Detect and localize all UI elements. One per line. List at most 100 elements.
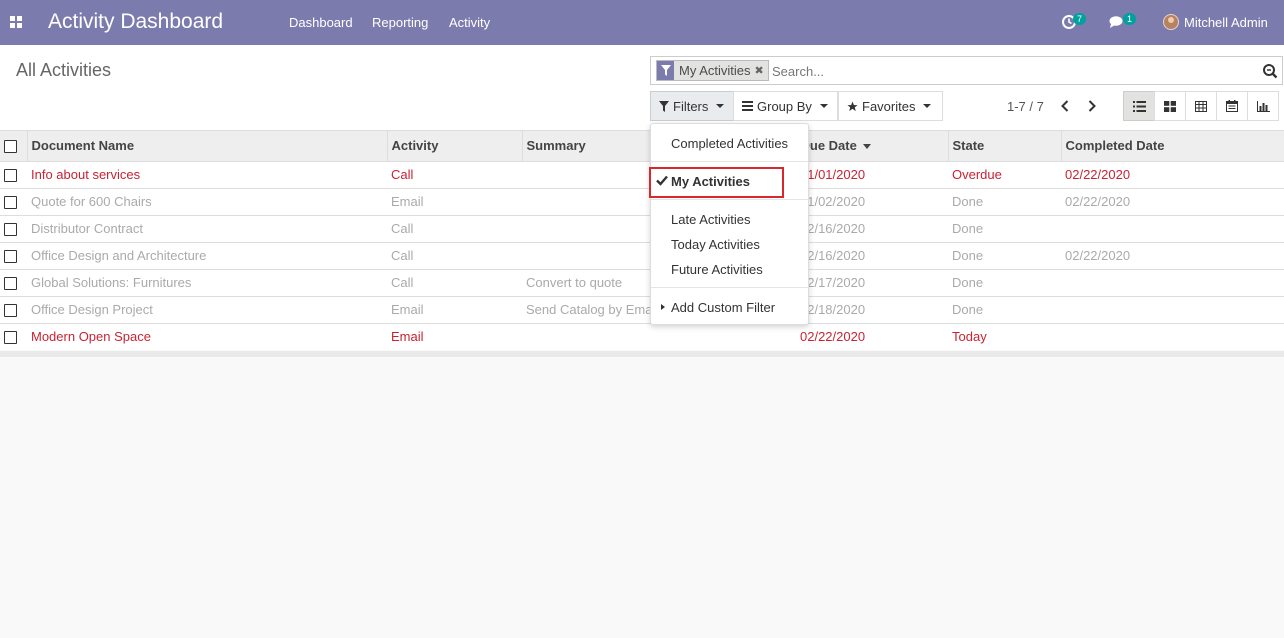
cell-document-name[interactable]: Office Design Project — [27, 295, 387, 323]
cell-completed-date[interactable]: 02/22/2020 — [1061, 241, 1284, 269]
cell-due-date[interactable]: 02/17/2020 — [796, 268, 948, 296]
cell-document-name[interactable]: Office Design and Architecture — [27, 241, 387, 269]
filters-button[interactable]: Filters — [650, 91, 734, 121]
table-row[interactable]: Office Design and Architecture Call 02/16/… — [0, 241, 1284, 269]
row-checkbox[interactable] — [4, 331, 17, 345]
cell-document-name[interactable]: Global Solutions: Furnitures — [27, 268, 387, 296]
activities-table: Document Name Activity Summary Due Date … — [0, 131, 1284, 350]
cell-state[interactable]: Done — [948, 214, 1061, 242]
table-row[interactable]: Modern Open Space Email 02/22/2020 Today — [0, 322, 1284, 350]
app-title: Activity Dashboard — [48, 10, 224, 33]
table-row[interactable]: Distributor Contract Call 02/16/2020 Done — [0, 214, 1284, 242]
cell-completed-date[interactable] — [1061, 268, 1284, 296]
cell-state[interactable]: Done — [948, 187, 1061, 215]
filter-future-activities[interactable]: Future Activities — [671, 262, 763, 277]
cell-state[interactable]: Done — [948, 268, 1061, 296]
search-bar[interactable]: My Activities ✖ — [650, 56, 1283, 85]
pager-value[interactable]: 1-7 / 7 — [1007, 99, 1044, 114]
favorites-button[interactable]: Favorites — [838, 91, 943, 121]
select-all-header[interactable] — [0, 131, 28, 162]
select-all-checkbox[interactable] — [4, 140, 17, 154]
cell-activity[interactable]: Email — [387, 322, 522, 350]
pivot-view-icon — [1195, 100, 1207, 112]
cell-state[interactable]: Today — [948, 322, 1061, 350]
column-document-name[interactable]: Document Name — [27, 131, 388, 162]
menu-activity[interactable]: Activity — [449, 15, 490, 30]
cell-completed-date[interactable]: 02/22/2020 — [1061, 187, 1284, 215]
row-select-cell[interactable] — [0, 268, 27, 296]
menu-reporting[interactable]: Reporting — [372, 15, 428, 30]
facet-label: My Activities — [679, 63, 751, 78]
user-menu[interactable]: Mitchell Admin — [1184, 15, 1268, 30]
cell-activity[interactable]: Call — [387, 214, 522, 242]
cell-completed-date[interactable] — [1061, 214, 1284, 242]
table-row[interactable]: Office Design Project Email Send Catalog b… — [0, 295, 1284, 323]
cell-activity[interactable]: Email — [387, 295, 522, 323]
cell-state[interactable]: Overdue — [948, 160, 1061, 188]
list-view-button[interactable] — [1123, 91, 1155, 121]
apps-menu-icon[interactable] — [10, 16, 22, 28]
top-navbar: Activity Dashboard Dashboard Reporting A… — [0, 0, 1284, 45]
search-input[interactable] — [772, 63, 1252, 79]
row-checkbox[interactable] — [4, 277, 17, 291]
chevron-left-icon[interactable] — [1058, 98, 1072, 114]
highlight-box — [649, 167, 784, 198]
cell-due-date[interactable]: 02/16/2020 — [796, 214, 948, 242]
messages-systray[interactable]: 1 — [1109, 0, 1139, 45]
cell-activity[interactable]: Email — [387, 187, 522, 215]
group-by-button[interactable]: Group By — [733, 91, 838, 121]
cell-activity[interactable]: Call — [387, 268, 522, 296]
filter-icon — [659, 100, 669, 112]
search-facet[interactable]: My Activities ✖ — [656, 60, 769, 81]
cell-summary[interactable] — [522, 322, 796, 350]
filter-late-activities[interactable]: Late Activities — [671, 212, 751, 227]
facet-remove-icon[interactable]: ✖ — [755, 64, 768, 77]
column-completed-date[interactable]: Completed Date — [1061, 131, 1284, 162]
cell-due-date[interactable]: 02/18/2020 — [796, 295, 948, 323]
kanban-view-button[interactable] — [1154, 91, 1186, 121]
row-checkbox[interactable] — [4, 304, 17, 318]
cell-activity[interactable]: Call — [387, 241, 522, 269]
cell-document-name[interactable]: Quote for 600 Chairs — [27, 187, 387, 215]
avatar[interactable] — [1163, 14, 1179, 30]
add-custom-filter[interactable]: Add Custom Filter — [671, 300, 775, 315]
menu-dashboard[interactable]: Dashboard — [289, 15, 353, 30]
chevron-right-icon[interactable] — [1085, 98, 1099, 114]
table-row[interactable]: Quote for 600 Chairs Email 01/02/2020 Done 0… — [0, 187, 1284, 215]
row-checkbox[interactable] — [4, 250, 17, 264]
cell-completed-date[interactable] — [1061, 322, 1284, 350]
cell-activity[interactable]: Call — [387, 160, 522, 188]
cell-completed-date[interactable]: 02/22/2020 — [1061, 160, 1284, 188]
row-select-cell[interactable] — [0, 322, 27, 350]
table-row[interactable]: Global Solutions: Furnitures Call Convert … — [0, 268, 1284, 296]
row-select-cell[interactable] — [0, 295, 27, 323]
column-due-date[interactable]: Due Date — [796, 131, 949, 162]
column-activity[interactable]: Activity — [387, 131, 523, 162]
cell-completed-date[interactable] — [1061, 295, 1284, 323]
search-icon[interactable] — [1262, 63, 1278, 79]
row-select-cell[interactable] — [0, 214, 27, 242]
cell-state[interactable]: Done — [948, 295, 1061, 323]
filter-completed-activities[interactable]: Completed Activities — [671, 136, 788, 151]
row-select-cell[interactable] — [0, 187, 27, 215]
cell-document-name[interactable]: Distributor Contract — [27, 214, 387, 242]
row-checkbox[interactable] — [4, 169, 17, 183]
cell-document-name[interactable]: Info about services — [27, 160, 387, 188]
column-state[interactable]: State — [948, 131, 1062, 162]
graph-view-button[interactable] — [1247, 91, 1279, 121]
table-row[interactable]: Info about services Call 01/01/2020 Overdue… — [0, 160, 1284, 188]
activity-systray[interactable]: 7 — [1062, 0, 1090, 45]
row-checkbox[interactable] — [4, 196, 17, 210]
row-select-cell[interactable] — [0, 160, 27, 188]
row-select-cell[interactable] — [0, 241, 27, 269]
cell-due-date[interactable]: 02/16/2020 — [796, 241, 948, 269]
calendar-view-button[interactable] — [1216, 91, 1248, 121]
pivot-view-button[interactable] — [1185, 91, 1217, 121]
cell-due-date[interactable]: 01/02/2020 — [796, 187, 948, 215]
cell-due-date[interactable]: 02/22/2020 — [796, 322, 948, 350]
cell-due-date[interactable]: 01/01/2020 — [796, 160, 948, 188]
filter-today-activities[interactable]: Today Activities — [671, 237, 760, 252]
cell-state[interactable]: Done — [948, 241, 1061, 269]
cell-document-name[interactable]: Modern Open Space — [27, 322, 387, 350]
row-checkbox[interactable] — [4, 223, 17, 237]
